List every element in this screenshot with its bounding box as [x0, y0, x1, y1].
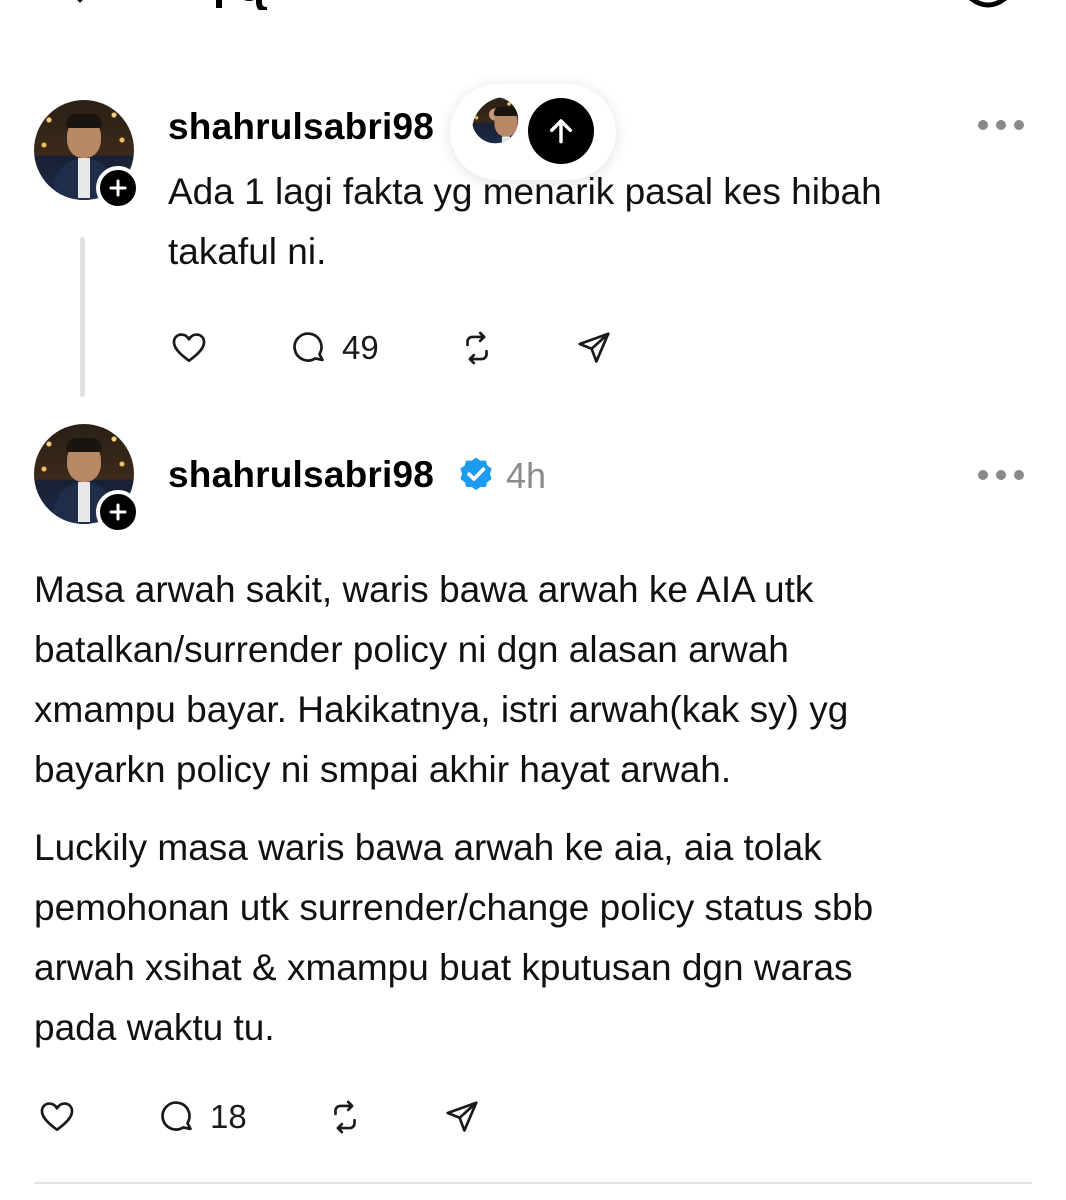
post-actions: 18 [38, 1092, 498, 1142]
username[interactable]: shahrulsabri98 [168, 106, 434, 148]
reply-count: 49 [342, 329, 379, 366]
repost-icon [334, 1100, 356, 1134]
send-icon [578, 332, 610, 363]
post-text: Ada 1 lagi fakta yg menarik pasal kes hi… [168, 162, 882, 282]
settings-icon[interactable] [958, 0, 1018, 10]
follow-plus-icon[interactable] [96, 490, 140, 534]
thread-connector [80, 237, 85, 397]
post-text-line: batalkan/surrender policy ni dgn alasan … [34, 629, 789, 670]
comment-icon [293, 332, 324, 362]
like-button[interactable] [170, 323, 208, 373]
heart-icon [40, 1102, 74, 1132]
reply-button[interactable]: 49 [290, 323, 379, 373]
arrow-up-icon[interactable] [528, 98, 594, 164]
post-text-line: Luckily masa waris bawa arwah ke aia, ai… [34, 827, 822, 868]
send-icon [446, 1101, 478, 1132]
post-text-line: Masa arwah sakit, waris bawa arwah ke AI… [34, 569, 814, 610]
share-button[interactable] [443, 1092, 481, 1142]
back-arrow-icon[interactable] [68, 0, 92, 8]
like-button[interactable] [38, 1092, 76, 1142]
verified-badge-icon [460, 457, 492, 491]
reply-button[interactable]: 18 [158, 1092, 247, 1142]
post-text: Luckily masa waris bawa arwah ke aia, ai… [34, 818, 873, 1058]
more-options-icon[interactable] [978, 469, 1024, 481]
post-text-line: pemohonan utk surrender/change policy st… [34, 887, 874, 928]
post-text-line: xmampu bayar. Hakikatnya, istri arwah(ka… [34, 689, 849, 730]
post-text-line: pada waktu tu. [34, 1007, 275, 1048]
post-timestamp: 4h [506, 455, 547, 496]
post-text-line: arwah xsihat & xmampu buat kputusan dgn … [34, 947, 853, 988]
avatar[interactable] [34, 100, 140, 210]
repost-button[interactable] [458, 323, 496, 373]
username[interactable]: shahrulsabri98 [168, 454, 434, 496]
more-options-icon[interactable] [978, 119, 1024, 131]
avatar[interactable] [34, 424, 140, 534]
post-text-line: takaful ni. [168, 231, 327, 272]
divider [34, 1182, 1032, 1184]
comment-icon [161, 1101, 192, 1131]
reply-count: 18 [210, 1098, 247, 1135]
post-text-line: bayarkn policy ni smpai akhir hayat arwa… [34, 749, 732, 790]
repost-icon [466, 331, 488, 365]
top-bar [0, 0, 1066, 12]
post-actions: 49 [170, 323, 630, 373]
heart-icon [172, 333, 206, 363]
post-text: Masa arwah sakit, waris bawa arwah ke AI… [34, 560, 848, 800]
scroll-to-top-pill[interactable] [450, 84, 616, 180]
follow-plus-icon[interactable] [96, 166, 140, 210]
page-title-fragment [216, 0, 268, 10]
share-button[interactable] [575, 323, 613, 373]
repost-button[interactable] [326, 1092, 364, 1142]
